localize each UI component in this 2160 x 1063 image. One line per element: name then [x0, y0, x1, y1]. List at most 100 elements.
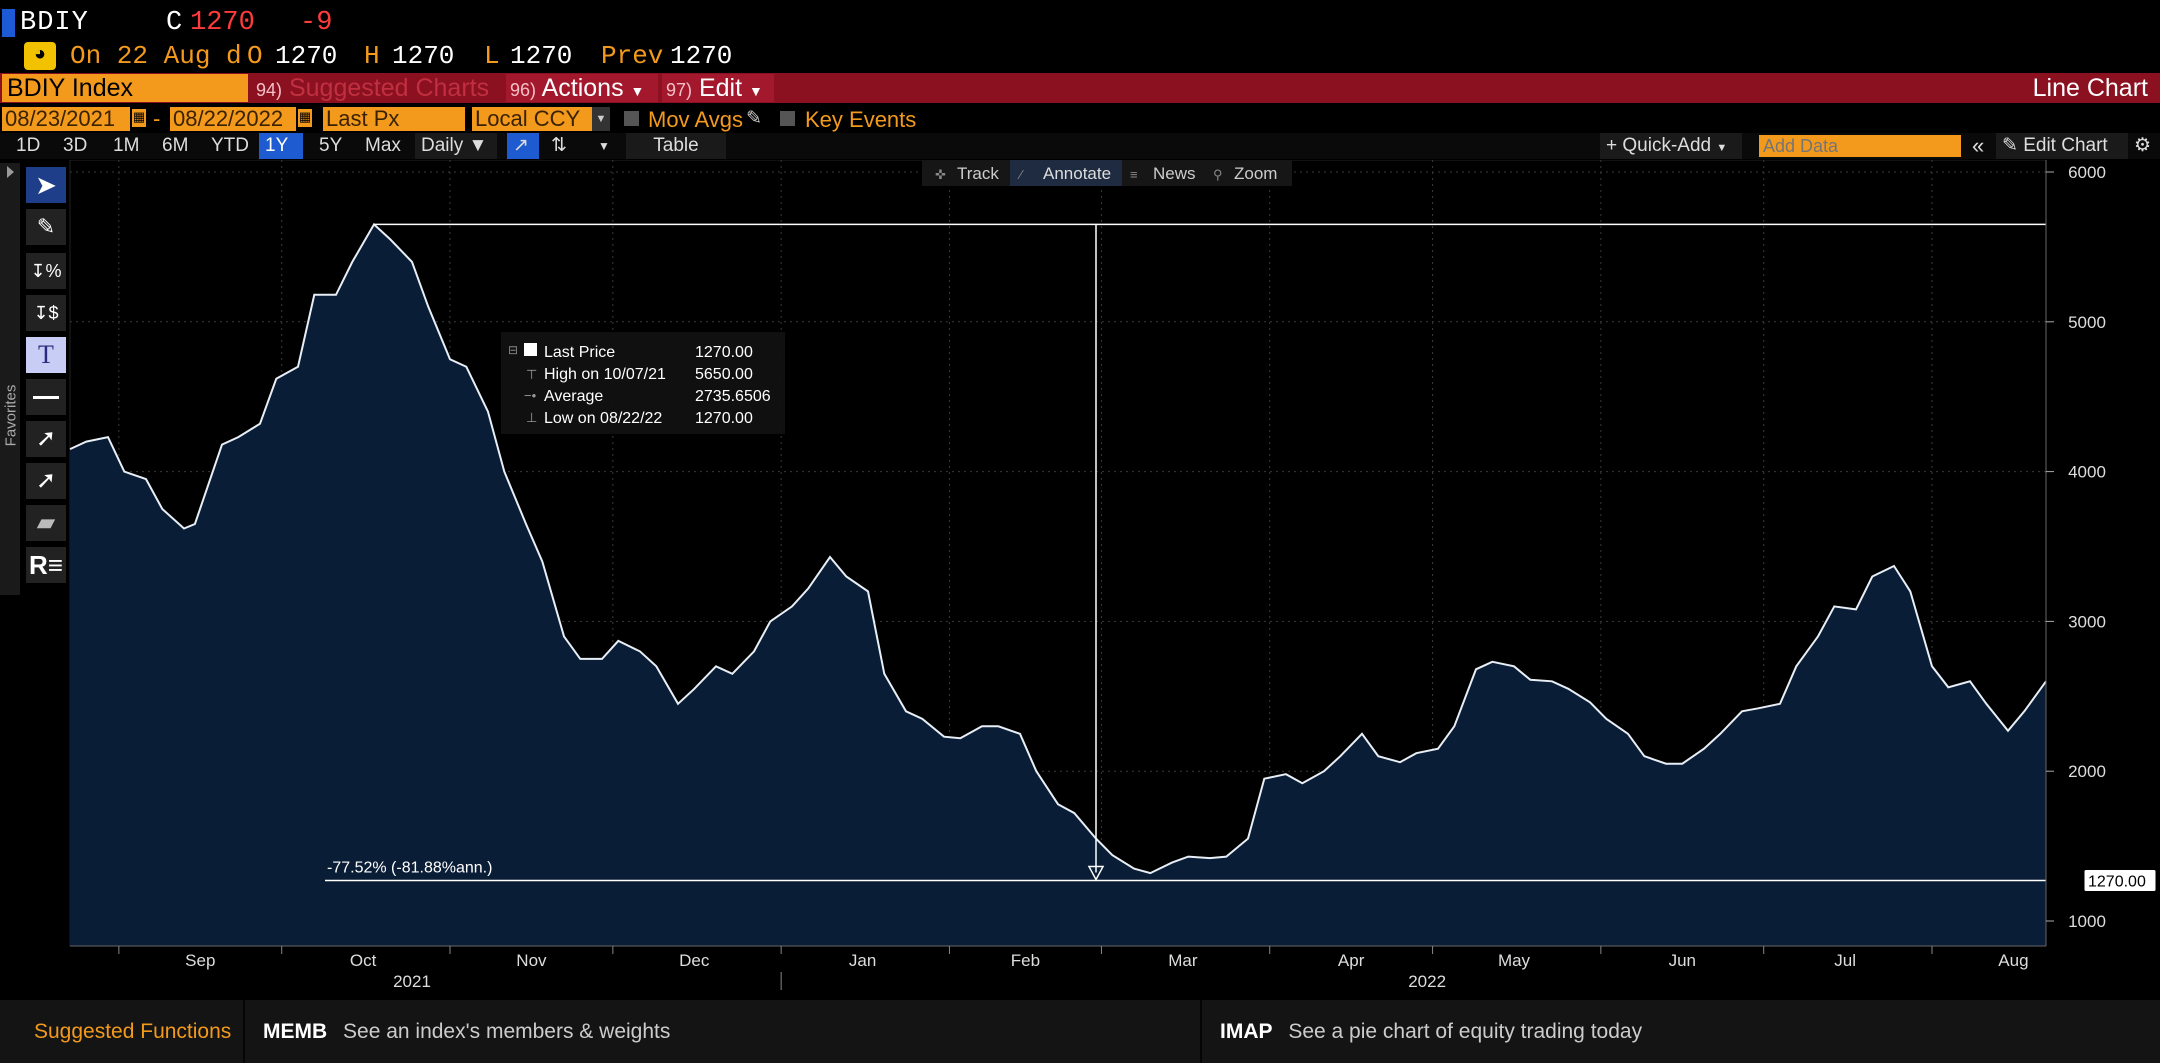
timeframe-1m[interactable]: 1M [107, 133, 145, 159]
legend-last-price-label: Last Price [544, 344, 615, 361]
divider [243, 1000, 245, 1063]
key-events-checkbox[interactable] [780, 111, 795, 126]
bar-chart-icon[interactable]: ⇅ [545, 133, 573, 159]
chevron-down-icon[interactable]: ▼ [592, 107, 610, 131]
edit-menu[interactable]: 97) Edit ▼ [662, 74, 774, 102]
net-change: -9 [300, 8, 333, 38]
average-marker-icon: −• [524, 388, 537, 403]
y-axis: 1000 2000 3000 4000 5000 6000 [2045, 160, 2106, 946]
high-marker-icon: ⊤ [526, 367, 537, 382]
key-events-label: Key Events [805, 107, 917, 132]
close-label: C [166, 8, 183, 38]
mov-avgs-checkbox[interactable] [624, 111, 639, 126]
pencil-icon[interactable]: ✎ [746, 107, 762, 130]
x-tick-label: Feb [1011, 951, 1040, 970]
suggested-functions-bar: Suggested Functions MEMB See an index's … [0, 1000, 2160, 1063]
year-label: 2022 [1408, 972, 1446, 991]
timeframe-3d[interactable]: 3D [57, 133, 93, 159]
selection-marker [2, 9, 15, 37]
period-select[interactable]: Daily ▼ [415, 133, 497, 159]
y-tick-label: 1000 [2068, 912, 2106, 931]
news-icon: ≡ [1130, 167, 1138, 182]
quick-add-button[interactable]: + Quick-Add ▼ [1600, 133, 1742, 159]
ohlc-line: ◕ On 22 Aug d O 1270 H 1270 L 1270 Prev … [0, 38, 2160, 72]
suggested-charts-button[interactable]: 94) Suggested Charts [252, 74, 502, 102]
open-value: 1270 [275, 41, 338, 71]
imap-description: See a pie chart of equity trading today [1288, 1020, 1643, 1043]
actions-number: 96) [510, 80, 537, 100]
suggested-charts-label: Suggested Charts [288, 74, 490, 102]
legend-low-value: 1270.00 [695, 410, 753, 427]
line-chart-icon[interactable]: ↗ [507, 133, 539, 159]
x-tick-label: May [1498, 951, 1531, 970]
table-button[interactable]: Table [626, 133, 726, 159]
date-separator: - [153, 106, 161, 131]
y-tick-label: 3000 [2068, 612, 2106, 631]
quick-add-label: + Quick-Add [1606, 135, 1712, 156]
track-button: Track [957, 164, 999, 183]
price-chart[interactable]: -77.52% (-81.88%ann.) Sep Oct Nov Dec Jan Feb… [0, 160, 2160, 1000]
legend-last-price-value: 1270.00 [695, 344, 753, 361]
calendar-icon[interactable]: ▦ [298, 109, 312, 127]
memb-function-link[interactable]: MEMB See an index's members & weights [263, 1020, 670, 1044]
start-date-input[interactable]: 08/23/2021 [2, 107, 130, 131]
gear-icon[interactable]: ⚙ [2128, 133, 2157, 159]
chart-type-title: Line Chart [2032, 74, 2148, 102]
currency-select[interactable]: Local CCY [472, 107, 592, 131]
low-value: 1270 [510, 41, 573, 71]
actions-menu[interactable]: 96) Actions ▼ [506, 74, 658, 102]
edit-chart-button[interactable]: ✎ Edit Chart [1996, 133, 2128, 159]
chart-tool-bar: ✜ Track ∕ Annotate ≡ News ⚲ Zoom [922, 160, 1292, 186]
crosshair-icon: ✜ [935, 167, 946, 182]
chevron-down-icon: ▼ [749, 83, 763, 99]
x-tick-label: Nov [516, 951, 547, 970]
low-label: L [484, 41, 500, 71]
timeframe-1y[interactable]: 1Y [259, 133, 303, 159]
imap-function-link[interactable]: IMAP See a pie chart of equity trading t… [1220, 1020, 1642, 1044]
last-price-swatch [524, 343, 537, 356]
zoom-button: Zoom [1234, 164, 1277, 183]
high-label: H [364, 41, 380, 71]
timeframe-5y[interactable]: 5Y [313, 133, 348, 159]
x-tick-label: Dec [679, 951, 710, 970]
timeframe-6m[interactable]: 6M [156, 133, 194, 159]
gauge-icon[interactable]: ◕ [24, 42, 56, 70]
x-tick-label: Apr [1338, 951, 1365, 970]
close-value: 1270 [190, 8, 255, 38]
timeframe-bar: 1D 3D 1M 6M YTD 1Y 5Y Max Daily ▼ ↗ ⇅ ▼ … [0, 133, 2160, 159]
collapse-icon: ⊟ [508, 343, 518, 357]
chevron-down-icon[interactable]: ▼ [592, 133, 616, 159]
legend-high-value: 5650.00 [695, 366, 753, 383]
y-tick-label: 2000 [2068, 762, 2106, 781]
x-tick-label: Jan [849, 951, 876, 970]
timeframe-ytd[interactable]: YTD [205, 133, 255, 159]
edit-chart-label: Edit Chart [2023, 135, 2108, 156]
chart-inputs-row: 08/23/2021 ▦ - 08/22/2022 ▦ Last Px Loca… [0, 106, 2160, 132]
quote-header: BDIY C 1270 -9 [0, 0, 2160, 38]
y-tick-label: 6000 [2068, 163, 2106, 182]
last-value-text: 1270.00 [2088, 874, 2146, 891]
end-date-input[interactable]: 08/22/2022 [170, 107, 296, 131]
date-line: On 22 Aug d [70, 41, 242, 71]
x-tick-label: Jun [1669, 951, 1696, 970]
field-input[interactable]: Last Px [323, 107, 465, 131]
memb-description: See an index's members & weights [343, 1020, 671, 1043]
collapse-icon[interactable]: « [1966, 133, 1990, 159]
suggested-functions-title: Suggested Functions [34, 1020, 232, 1043]
pencil-icon: ✎ [2002, 135, 2018, 156]
memb-code: MEMB [263, 1020, 328, 1043]
chevron-down-icon: ▼ [630, 83, 645, 99]
suggested-charts-number: 94) [256, 80, 283, 100]
year-label: 2021 [393, 972, 431, 991]
timeframe-max[interactable]: Max [359, 133, 407, 159]
calendar-icon[interactable]: ▦ [132, 109, 146, 127]
divider [1200, 1000, 1202, 1063]
last-value-tag: 1270.00 [2083, 869, 2157, 893]
x-tick-label: Aug [1998, 951, 2028, 970]
add-data-input[interactable] [1759, 135, 1961, 157]
timeframe-1d[interactable]: 1D [10, 133, 46, 159]
security-field[interactable]: BDIY Index [2, 74, 248, 102]
x-tick-label: Oct [350, 951, 377, 970]
ticker-symbol: BDIY [20, 8, 89, 38]
x-tick-label: Mar [1168, 951, 1198, 970]
